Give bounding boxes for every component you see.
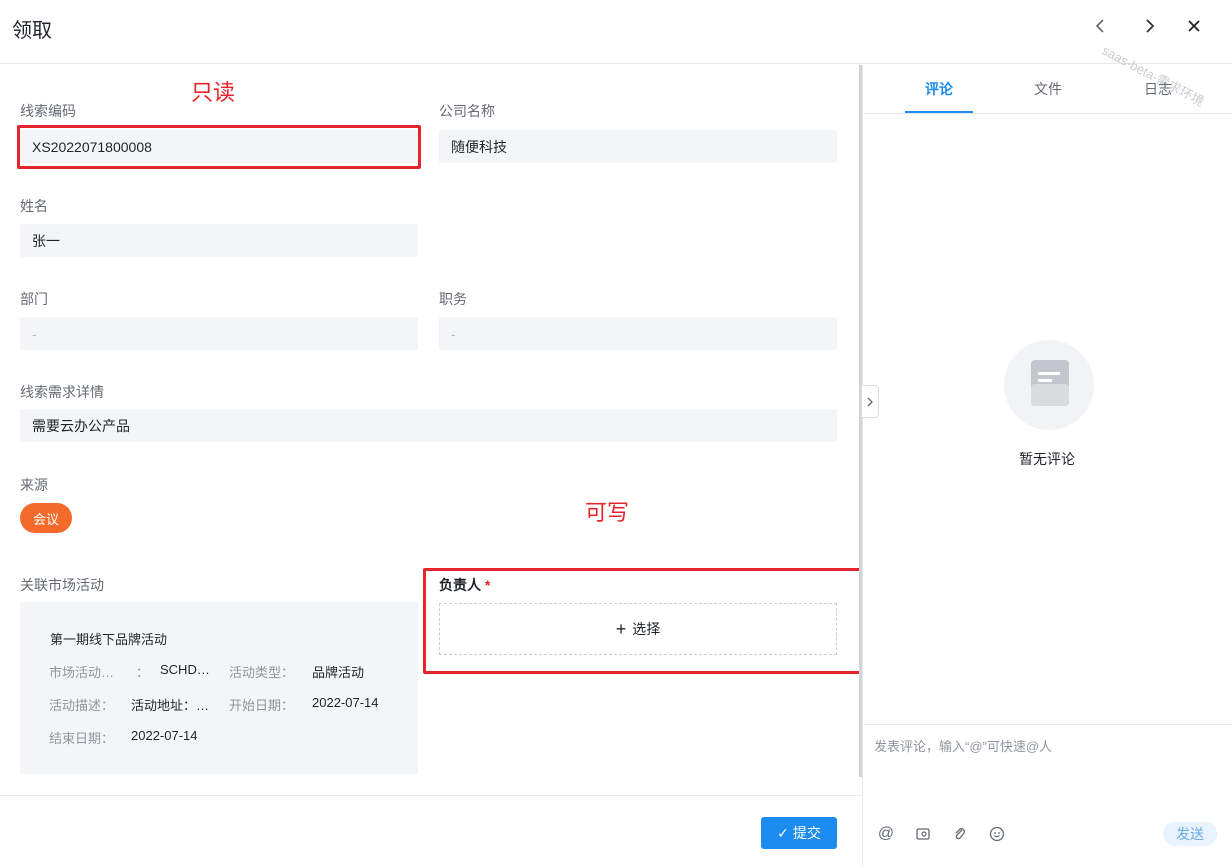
source-label: 来源 <box>20 477 48 493</box>
campaign-code-sep: ： <box>136 665 150 680</box>
attachment-icon[interactable] <box>950 824 970 844</box>
readonly-annotation: 只读 <box>191 80 236 105</box>
campaign-end-key: 结束日期： <box>49 731 115 746</box>
writable-annotation: 可写 <box>585 500 630 525</box>
collapse-panel-icon[interactable] <box>861 385 879 418</box>
side-panel: 评论 文件 日志 暂无评论 发表评论，输入“@”可快速@人 @ 发送 <box>861 65 1232 867</box>
campaign-code-value: SCHD… <box>160 662 210 677</box>
image-icon[interactable] <box>913 824 933 844</box>
readonly-highlight-box <box>17 125 421 169</box>
campaign-start-value: 2022-07-14 <box>312 695 379 710</box>
close-icon[interactable] <box>1182 12 1206 40</box>
send-button[interactable]: 发送 <box>1163 822 1217 846</box>
empty-comment-icon <box>1004 340 1094 430</box>
campaign-title: 第一期线下品牌活动 <box>50 632 168 647</box>
comment-input[interactable]: 发表评论，输入“@”可快速@人 <box>874 736 1052 755</box>
campaign-desc-key: 活动描述： <box>49 698 115 713</box>
submit-label: 提交 <box>792 825 821 841</box>
next-icon[interactable] <box>1138 12 1162 40</box>
check-icon: ✓ <box>777 824 789 841</box>
campaign-address-key: 活动地址：… <box>131 698 210 713</box>
campaign-card[interactable]: 第一期线下品牌活动 市场活动… ： SCHD… 活动类型： 品牌活动 活动描述：… <box>20 602 418 774</box>
detail-label: 线索需求详情 <box>20 384 104 400</box>
mention-icon[interactable]: @ <box>876 824 896 844</box>
campaign-label: 关联市场活动 <box>20 577 104 593</box>
clue-code-label: 线索编码 <box>20 103 76 119</box>
side-tabs: 评论 文件 日志 <box>863 65 1232 114</box>
empty-comment-text: 暂无评论 <box>1019 451 1075 467</box>
active-tab-indicator <box>905 111 973 113</box>
company-field: 随便科技 <box>439 130 837 163</box>
campaign-start-key: 开始日期： <box>229 698 295 713</box>
tab-logs[interactable]: 日志 <box>1144 79 1172 99</box>
writable-highlight-box <box>423 568 863 674</box>
form-panel: 只读 线索编码 XS2022071800008 公司名称 随便科技 姓名 张一 … <box>0 65 863 795</box>
campaign-code-key: 市场活动… <box>49 665 115 680</box>
source-tag: 会议 <box>20 503 73 533</box>
detail-field: 需要云办公产品 <box>20 409 837 442</box>
department-field: - <box>20 317 418 350</box>
drawer-footer: ✓ 提交 <box>0 795 862 867</box>
emoji-icon[interactable] <box>987 824 1007 844</box>
submit-button[interactable]: ✓ 提交 <box>761 817 837 849</box>
position-label: 职务 <box>439 291 467 307</box>
campaign-end-value: 2022-07-14 <box>131 728 198 743</box>
campaign-type-value: 品牌活动 <box>312 665 365 680</box>
company-label: 公司名称 <box>439 103 495 119</box>
tab-files[interactable]: 文件 <box>1034 79 1062 99</box>
position-field: - <box>439 317 837 350</box>
name-label: 姓名 <box>20 198 48 214</box>
drawer-header: 领取 saas-beta-需求环境 <box>0 0 1232 109</box>
name-field: 张一 <box>20 224 418 257</box>
prev-icon[interactable] <box>1088 12 1112 40</box>
comment-composer[interactable]: 发表评论，输入“@”可快速@人 @ 发送 <box>863 724 1232 867</box>
campaign-type-key: 活动类型： <box>229 665 295 680</box>
department-label: 部门 <box>20 291 48 307</box>
tab-comments[interactable]: 评论 <box>925 79 953 99</box>
drawer-title: 领取 <box>12 20 52 42</box>
